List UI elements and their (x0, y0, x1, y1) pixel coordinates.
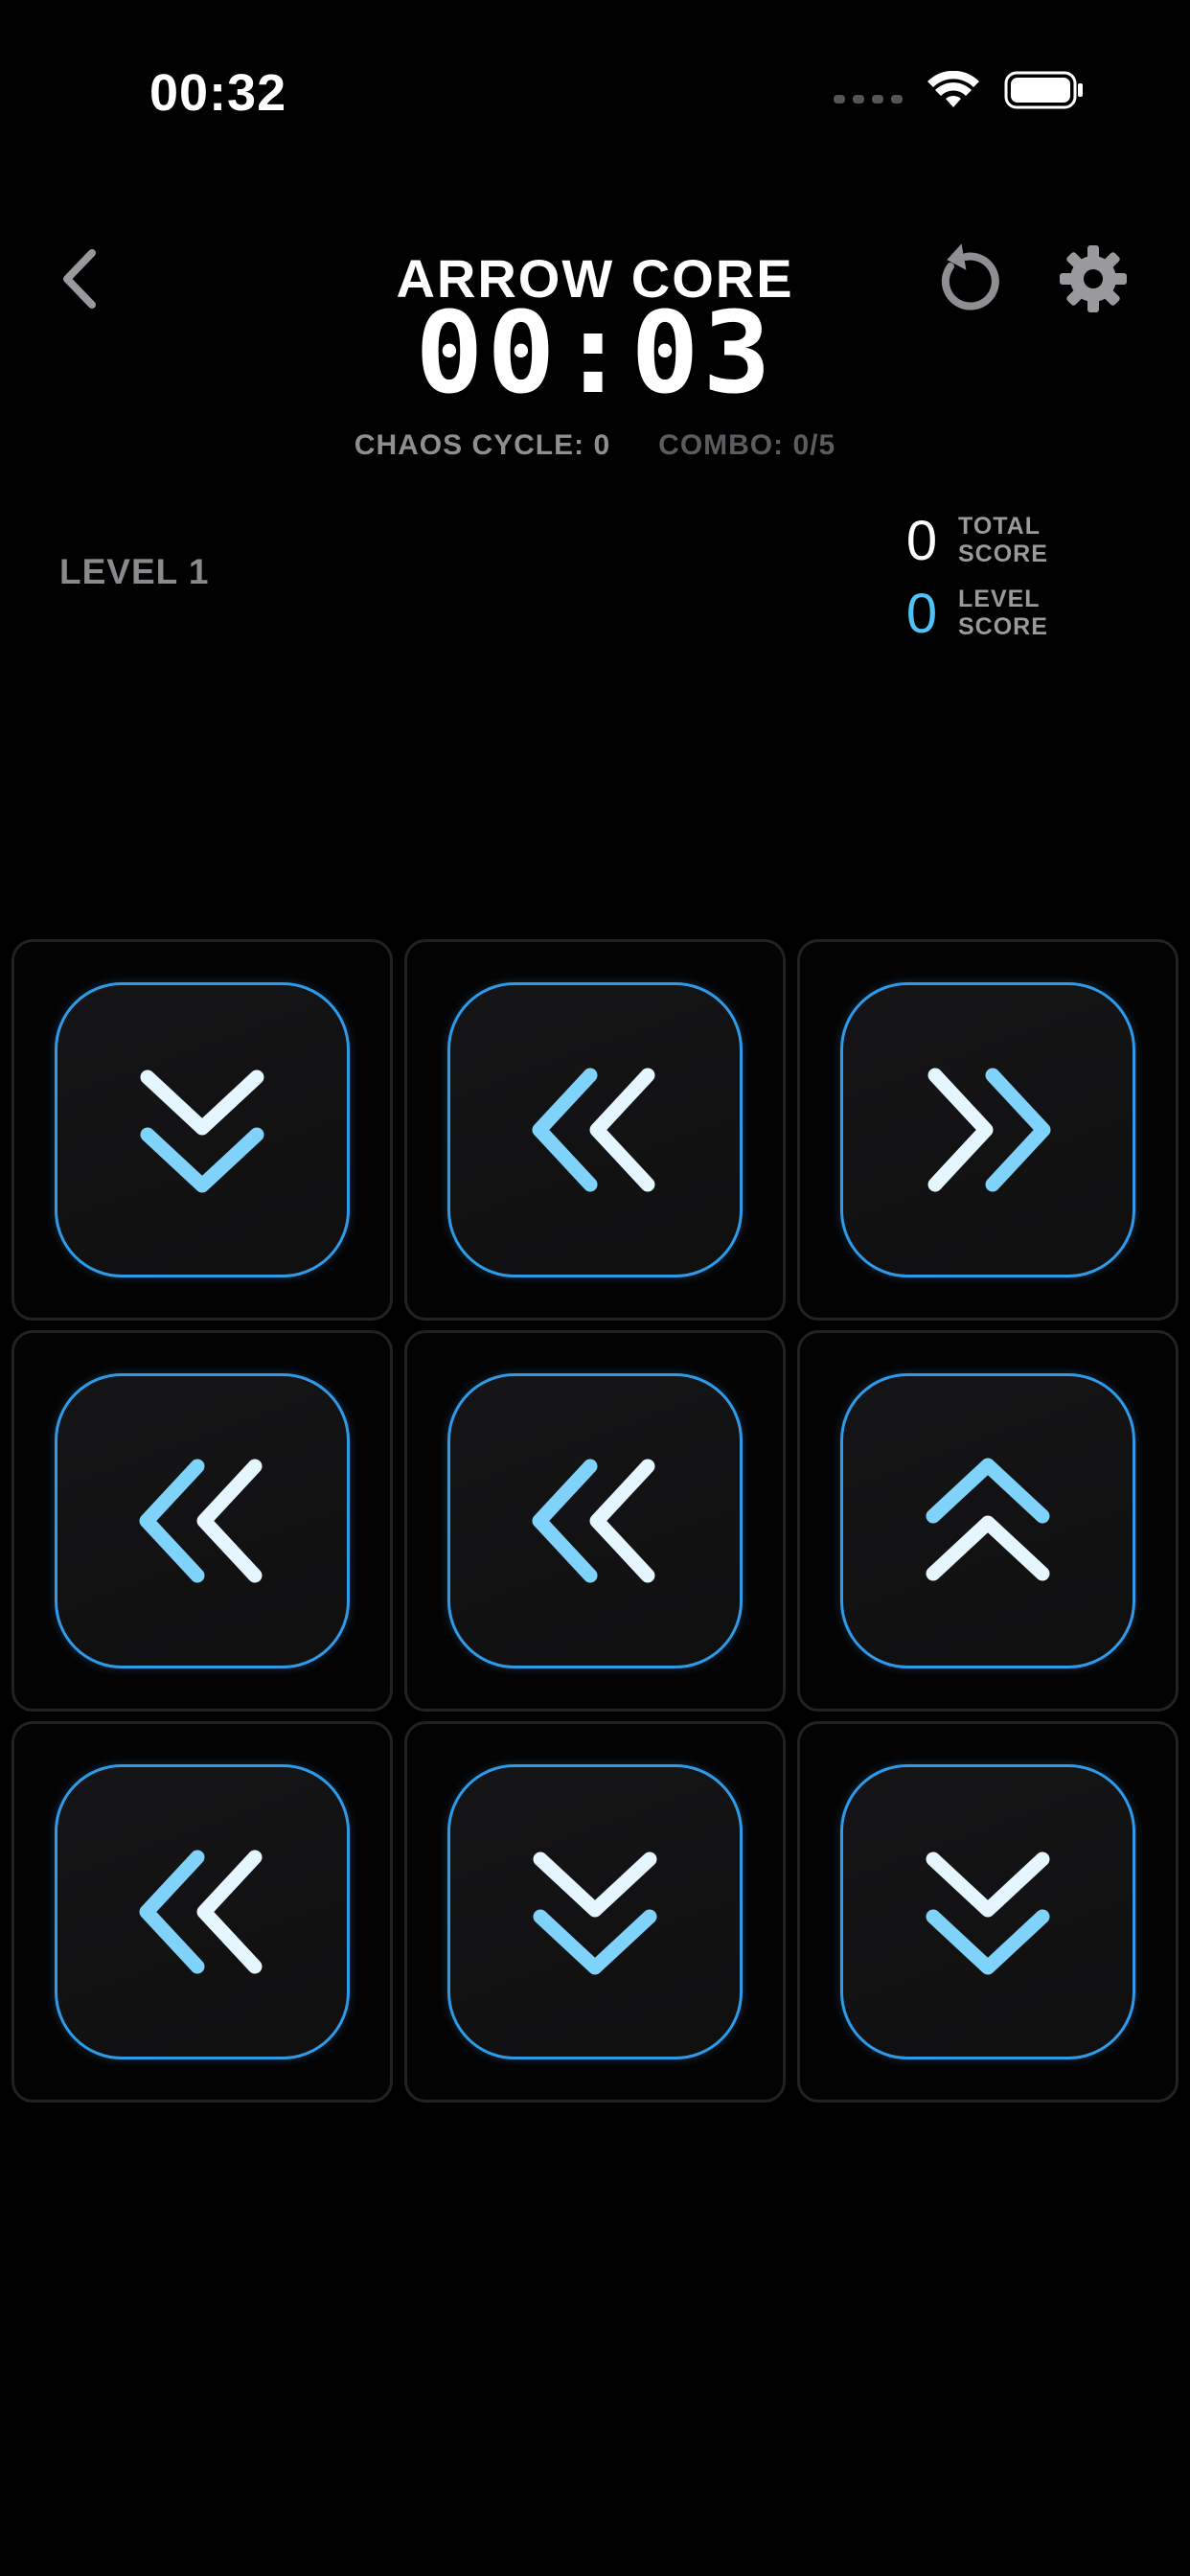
double-chevron-left-icon (532, 1068, 655, 1192)
double-chevron-left-icon (532, 1459, 655, 1583)
arrow-tile-down[interactable] (447, 1764, 743, 2059)
arrow-tile-left[interactable] (55, 1764, 350, 2059)
double-chevron-left-icon (139, 1850, 263, 1974)
arrow-grid (11, 939, 1179, 2103)
grid-cell (11, 1330, 393, 1712)
double-chevron-down-icon (140, 1070, 264, 1193)
total-score-row: 0 TOTAL SCORE (903, 504, 1131, 577)
level-label: LEVEL 1 (59, 552, 210, 591)
double-chevron-down-icon (926, 1852, 1050, 1975)
total-score-label: TOTAL SCORE (958, 513, 1048, 567)
stats-row: CHAOS CYCLE: 0 COMBO: 0/5 (0, 429, 1190, 462)
gear-icon (1060, 245, 1127, 312)
grid-cell (11, 1721, 393, 2103)
restart-icon (941, 243, 999, 310)
arrow-tile-right[interactable] (840, 982, 1135, 1277)
grid-cell (797, 1330, 1179, 1712)
arrow-tile-left[interactable] (447, 982, 743, 1277)
double-chevron-up-icon (926, 1458, 1050, 1581)
status-time: 00:32 (149, 64, 287, 122)
wifi-icon (927, 71, 979, 107)
level-score-row: 0 LEVEL SCORE (903, 577, 1131, 650)
total-score-value: 0 (905, 509, 938, 572)
arrow-tile-down[interactable] (840, 1764, 1135, 2059)
grid-cell (404, 939, 786, 1321)
double-chevron-right-icon (927, 1068, 1051, 1192)
settings-button[interactable] (1058, 243, 1129, 314)
arrow-tile-up[interactable] (840, 1373, 1135, 1668)
timer: 00:03 (415, 287, 775, 419)
grid-cell (404, 1330, 786, 1712)
arrow-tile-left[interactable] (55, 1373, 350, 1668)
score-panel: 0 TOTAL SCORE 0 LEVEL SCORE (903, 504, 1131, 650)
grid-cell (11, 939, 393, 1321)
status-icons (834, 71, 1085, 109)
double-chevron-down-icon (533, 1852, 657, 1975)
level-score-label: LEVEL SCORE (958, 586, 1048, 640)
cellular-signal-icon (834, 94, 903, 104)
combo-label: COMBO: 0/5 (658, 429, 836, 461)
level-score-value: 0 (905, 582, 938, 645)
grid-cell (797, 939, 1179, 1321)
battery-icon (1004, 71, 1083, 109)
chaos-cycle-label: CHAOS CYCLE: 0 (354, 429, 611, 461)
grid-cell (404, 1721, 786, 2103)
double-chevron-left-icon (139, 1459, 263, 1583)
arrow-tile-down[interactable] (55, 982, 350, 1277)
grid-cell (797, 1721, 1179, 2103)
restart-button[interactable] (929, 242, 1002, 314)
arrow-tile-left[interactable] (447, 1373, 743, 1668)
